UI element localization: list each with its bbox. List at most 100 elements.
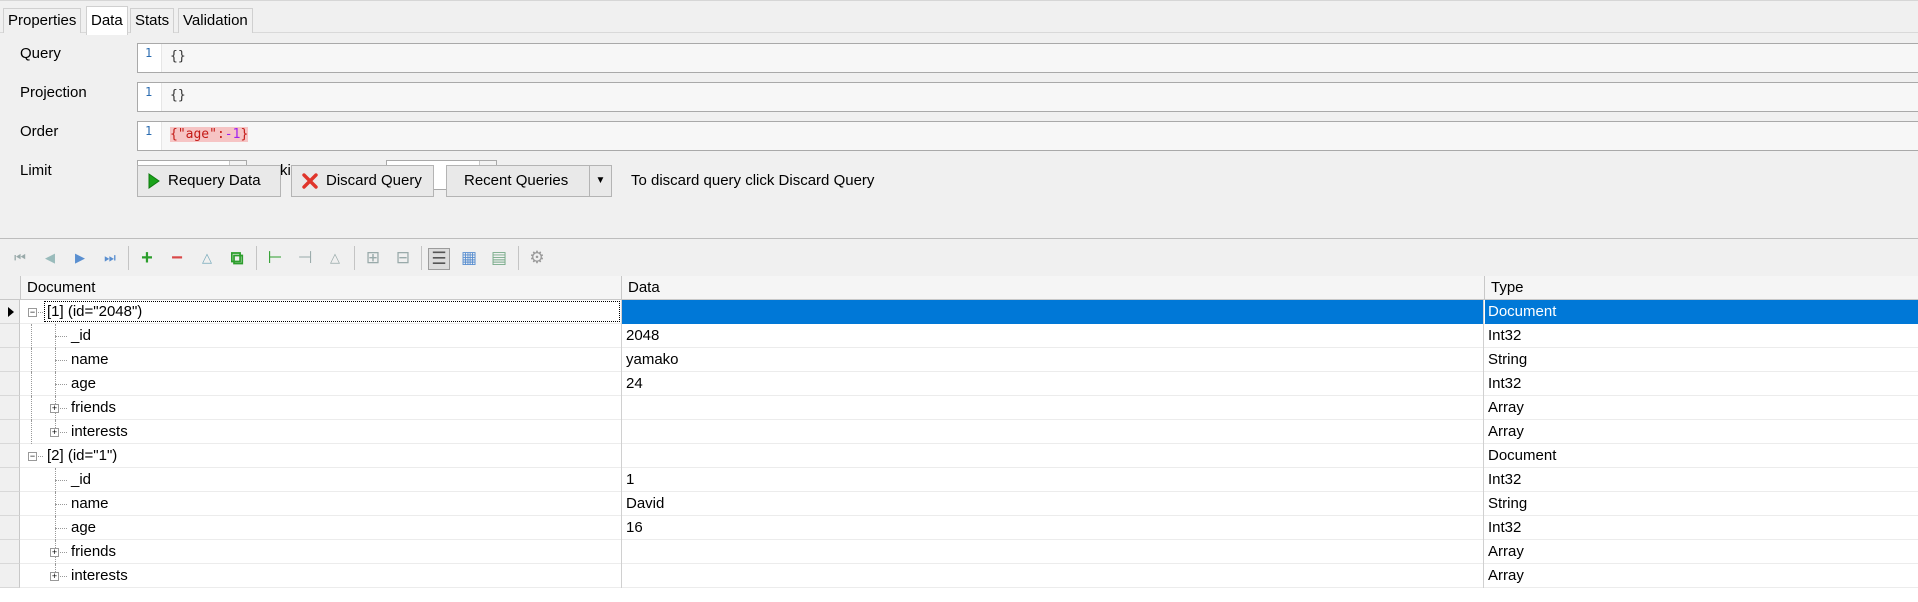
- tab-validation[interactable]: Validation: [178, 8, 253, 34]
- cell-type[interactable]: Document: [1485, 444, 1918, 468]
- row-indicator[interactable]: [0, 492, 20, 516]
- projection-editor[interactable]: 1 {}: [137, 82, 1918, 112]
- table-row[interactable]: _id 2048 Int32: [0, 324, 1918, 348]
- column-header-type[interactable]: Type: [1485, 276, 1918, 300]
- cell-data[interactable]: [622, 300, 1484, 324]
- cell-data[interactable]: [622, 564, 1484, 588]
- chevron-down-icon[interactable]: ▼: [589, 166, 611, 196]
- table-row[interactable]: + friends Array: [0, 396, 1918, 420]
- line-number: 1: [138, 122, 162, 150]
- table-row[interactable]: − [1] (id="2048") Document: [0, 300, 1918, 324]
- cell-data[interactable]: yamako: [622, 348, 1484, 372]
- row-indicator[interactable]: [0, 420, 20, 444]
- row-indicator[interactable]: [0, 348, 20, 372]
- cell-type[interactable]: String: [1485, 348, 1918, 372]
- insert-child-icon[interactable]: ⊢: [264, 248, 286, 270]
- cell-document[interactable]: − [2] (id="1"): [21, 444, 622, 468]
- cell-document[interactable]: + interests: [21, 564, 622, 588]
- cell-data[interactable]: David: [622, 492, 1484, 516]
- row-indicator[interactable]: [0, 564, 20, 588]
- cell-type[interactable]: Int32: [1485, 372, 1918, 396]
- expand-icon[interactable]: +: [50, 548, 59, 557]
- requery-data-button[interactable]: Requery Data: [137, 165, 281, 197]
- collapse-icon[interactable]: −: [28, 452, 37, 461]
- cell-type[interactable]: Array: [1485, 396, 1918, 420]
- table-view-icon[interactable]: ▦: [458, 248, 480, 270]
- row-indicator[interactable]: [0, 300, 20, 324]
- row-indicator[interactable]: [0, 540, 20, 564]
- table-row[interactable]: + friends Array: [0, 540, 1918, 564]
- cell-type[interactable]: Document: [1485, 300, 1918, 324]
- collapse-all-icon[interactable]: ⊟: [392, 248, 414, 270]
- cell-document[interactable]: + interests: [21, 420, 622, 444]
- cell-type[interactable]: Array: [1485, 540, 1918, 564]
- cell-type[interactable]: String: [1485, 492, 1918, 516]
- discard-query-button[interactable]: Discard Query: [291, 165, 434, 197]
- delete-child-icon[interactable]: ⊣: [294, 248, 316, 270]
- child-up-icon[interactable]: △: [324, 248, 346, 270]
- table-row[interactable]: + interests Array: [0, 420, 1918, 444]
- cell-data[interactable]: 1: [622, 468, 1484, 492]
- duplicate-icon[interactable]: ⧉: [226, 248, 248, 270]
- query-editor[interactable]: 1 {}: [137, 43, 1918, 73]
- prev-record-icon[interactable]: ◀: [39, 248, 61, 270]
- cell-data[interactable]: 16: [622, 516, 1484, 540]
- cell-type[interactable]: Array: [1485, 564, 1918, 588]
- cell-type[interactable]: Int32: [1485, 324, 1918, 348]
- cell-document[interactable]: − [1] (id="2048"): [21, 300, 622, 324]
- tree-view-icon[interactable]: ☰: [428, 248, 450, 270]
- move-up-icon[interactable]: △: [196, 248, 218, 270]
- cell-data[interactable]: [622, 444, 1484, 468]
- cell-data[interactable]: 24: [622, 372, 1484, 396]
- order-brace-open: {: [170, 127, 178, 142]
- remove-icon[interactable]: −: [166, 248, 188, 270]
- add-icon[interactable]: +: [136, 248, 158, 270]
- column-header-data[interactable]: Data: [622, 276, 1485, 300]
- table-row[interactable]: age 16 Int32: [0, 516, 1918, 540]
- tab-stats[interactable]: Stats: [130, 8, 175, 34]
- cell-document[interactable]: name: [21, 348, 622, 372]
- cell-data[interactable]: [622, 420, 1484, 444]
- cell-data[interactable]: 2048: [622, 324, 1484, 348]
- table-row[interactable]: name David String: [0, 492, 1918, 516]
- table-row[interactable]: + interests Array: [0, 564, 1918, 588]
- cell-document[interactable]: age: [21, 516, 622, 540]
- row-indicator[interactable]: [0, 324, 20, 348]
- cell-type[interactable]: Int32: [1485, 468, 1918, 492]
- expand-icon[interactable]: +: [50, 404, 59, 413]
- cell-data[interactable]: [622, 540, 1484, 564]
- cell-document[interactable]: + friends: [21, 540, 622, 564]
- table-row[interactable]: _id 1 Int32: [0, 468, 1918, 492]
- tab-data[interactable]: Data: [86, 6, 128, 35]
- cell-document[interactable]: + friends: [21, 396, 622, 420]
- table-row[interactable]: age 24 Int32: [0, 372, 1918, 396]
- expand-all-icon[interactable]: ⊞: [362, 248, 384, 270]
- expand-icon[interactable]: +: [50, 572, 59, 581]
- last-record-icon[interactable]: ⏭: [99, 248, 121, 270]
- gear-icon[interactable]: ⚙: [526, 248, 548, 270]
- order-editor[interactable]: 1 {"age":-1}: [137, 121, 1918, 151]
- first-record-icon[interactable]: ⏮: [9, 248, 31, 270]
- cell-document[interactable]: age: [21, 372, 622, 396]
- next-record-icon[interactable]: ▶: [69, 248, 91, 270]
- row-indicator[interactable]: [0, 444, 20, 468]
- row-indicator[interactable]: [0, 396, 20, 420]
- row-indicator[interactable]: [0, 468, 20, 492]
- expand-icon[interactable]: +: [50, 428, 59, 437]
- document-key-label: friends: [71, 399, 117, 416]
- row-indicator[interactable]: [0, 516, 20, 540]
- column-header-document[interactable]: Document: [21, 276, 622, 300]
- cell-document[interactable]: name: [21, 492, 622, 516]
- cell-type[interactable]: Array: [1485, 420, 1918, 444]
- cell-document[interactable]: _id: [21, 324, 622, 348]
- tab-properties[interactable]: Properties: [3, 8, 82, 34]
- recent-queries-button[interactable]: Recent Queries ▼: [446, 165, 612, 197]
- table-row[interactable]: − [2] (id="1") Document: [0, 444, 1918, 468]
- collapse-icon[interactable]: −: [28, 308, 37, 317]
- table-row[interactable]: name yamako String: [0, 348, 1918, 372]
- cell-document[interactable]: _id: [21, 468, 622, 492]
- cell-data[interactable]: [622, 396, 1484, 420]
- cell-type[interactable]: Int32: [1485, 516, 1918, 540]
- row-indicator[interactable]: [0, 372, 20, 396]
- text-view-icon[interactable]: ▤: [488, 248, 510, 270]
